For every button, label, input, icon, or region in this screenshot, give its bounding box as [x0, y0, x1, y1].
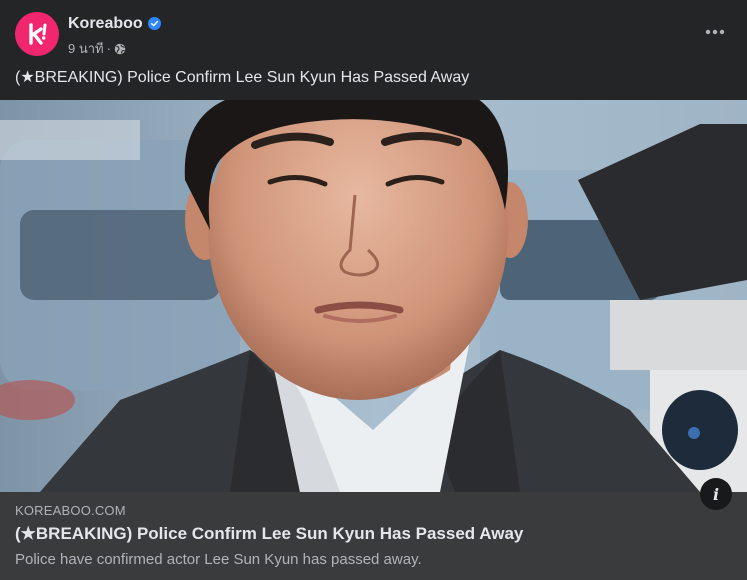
globe-icon[interactable]: [114, 43, 126, 55]
link-title[interactable]: (★BREAKING) Police Confirm Lee Sun Kyun …: [15, 524, 523, 544]
post-meta: 9 นาที ·: [68, 38, 126, 59]
post-image[interactable]: [0, 100, 747, 492]
verified-badge-icon: [148, 17, 161, 30]
meta-separator: ·: [106, 41, 111, 56]
page-avatar[interactable]: [15, 12, 59, 56]
post-caption: (★BREAKING) Police Confirm Lee Sun Kyun …: [15, 69, 470, 86]
info-icon: i: [712, 484, 720, 504]
more-options-icon: [705, 29, 725, 35]
page-name[interactable]: Koreaboo: [68, 15, 143, 33]
link-preview[interactable]: KOREABOO.COM (★BREAKING) Police Confirm …: [0, 492, 747, 580]
post-header: Koreaboo 9 นาที ·: [0, 0, 747, 60]
post-timestamp[interactable]: 9 นาที: [68, 38, 104, 59]
facebook-post: Koreaboo 9 นาที · (★BREAKING) Police Con…: [0, 0, 747, 580]
link-domain: KOREABOO.COM: [15, 503, 126, 518]
info-button[interactable]: i: [700, 478, 732, 510]
koreaboo-logo-icon: [29, 23, 47, 45]
portrait-photo: [0, 100, 747, 492]
more-options-button[interactable]: [701, 22, 729, 42]
link-description: Police have confirmed actor Lee Sun Kyun…: [15, 551, 422, 568]
